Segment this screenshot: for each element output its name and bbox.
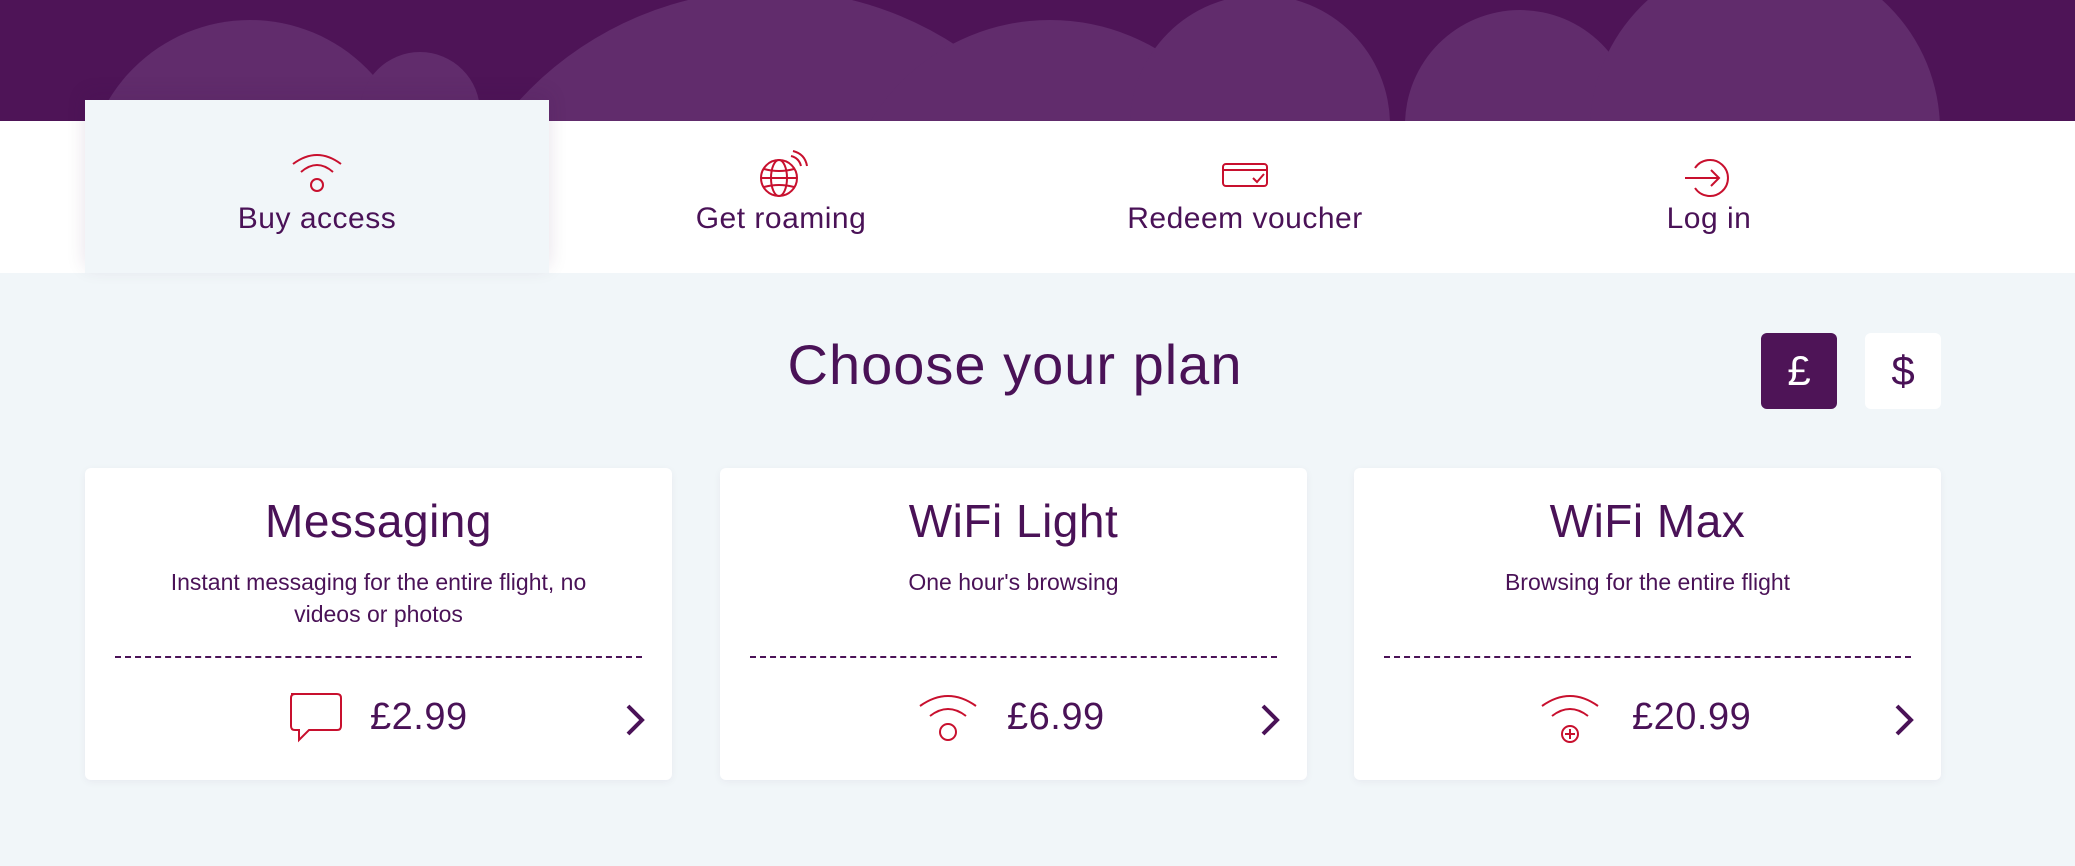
plan-description: Instant messaging for the entire flight,…: [170, 569, 587, 627]
wifi-icon: [919, 695, 977, 741]
currency-gbp-button[interactable]: £: [1761, 333, 1837, 409]
tab-log-in[interactable]: Log in: [1477, 100, 1941, 273]
chevron-right-icon[interactable]: [620, 700, 650, 740]
tab-label: Buy access: [237, 202, 397, 235]
login-icon: [1685, 159, 1729, 197]
plan-price: £2.99: [370, 696, 468, 738]
divider: [750, 656, 1277, 658]
currency-usd-button[interactable]: $: [1865, 333, 1941, 409]
globe-icon: [760, 150, 808, 197]
plan-description: Browsing for the entire flight: [1504, 569, 1791, 595]
divider: [1384, 656, 1911, 658]
chevron-right-icon[interactable]: [1255, 700, 1285, 740]
plan-description: One hour's browsing: [908, 569, 1119, 595]
divider: [115, 656, 642, 658]
page-title: Choose your plan: [787, 333, 1243, 396]
plan-name: Messaging: [265, 495, 492, 547]
wifi-plus-icon: [1541, 695, 1599, 743]
plan-card-messaging[interactable]: Messaging Instant messaging for the enti…: [85, 468, 672, 780]
tab-redeem-voucher[interactable]: Redeem voucher: [1013, 100, 1477, 273]
tab-buy-access[interactable]: Buy access: [85, 100, 549, 273]
wifi-icon: [292, 154, 342, 192]
tab-label: Log in: [1666, 202, 1752, 235]
plan-card-wifi-max[interactable]: WiFi Max Browsing for the entire flight …: [1354, 468, 1941, 780]
chat-bubble-icon: [290, 693, 342, 743]
voucher-icon: [1222, 163, 1268, 187]
plan-price: £6.99: [1007, 696, 1105, 738]
tab-get-roaming[interactable]: Get roaming: [549, 100, 1013, 273]
plan-price: £20.99: [1632, 696, 1752, 738]
plan-name: WiFi Light: [908, 495, 1119, 547]
tab-label: Get roaming: [695, 202, 867, 235]
chevron-right-icon[interactable]: [1889, 700, 1919, 740]
plan-card-wifi-light[interactable]: WiFi Light One hour's browsing £6.99: [720, 468, 1307, 780]
plan-name: WiFi Max: [1549, 495, 1746, 547]
tab-label: Redeem voucher: [1127, 202, 1363, 235]
